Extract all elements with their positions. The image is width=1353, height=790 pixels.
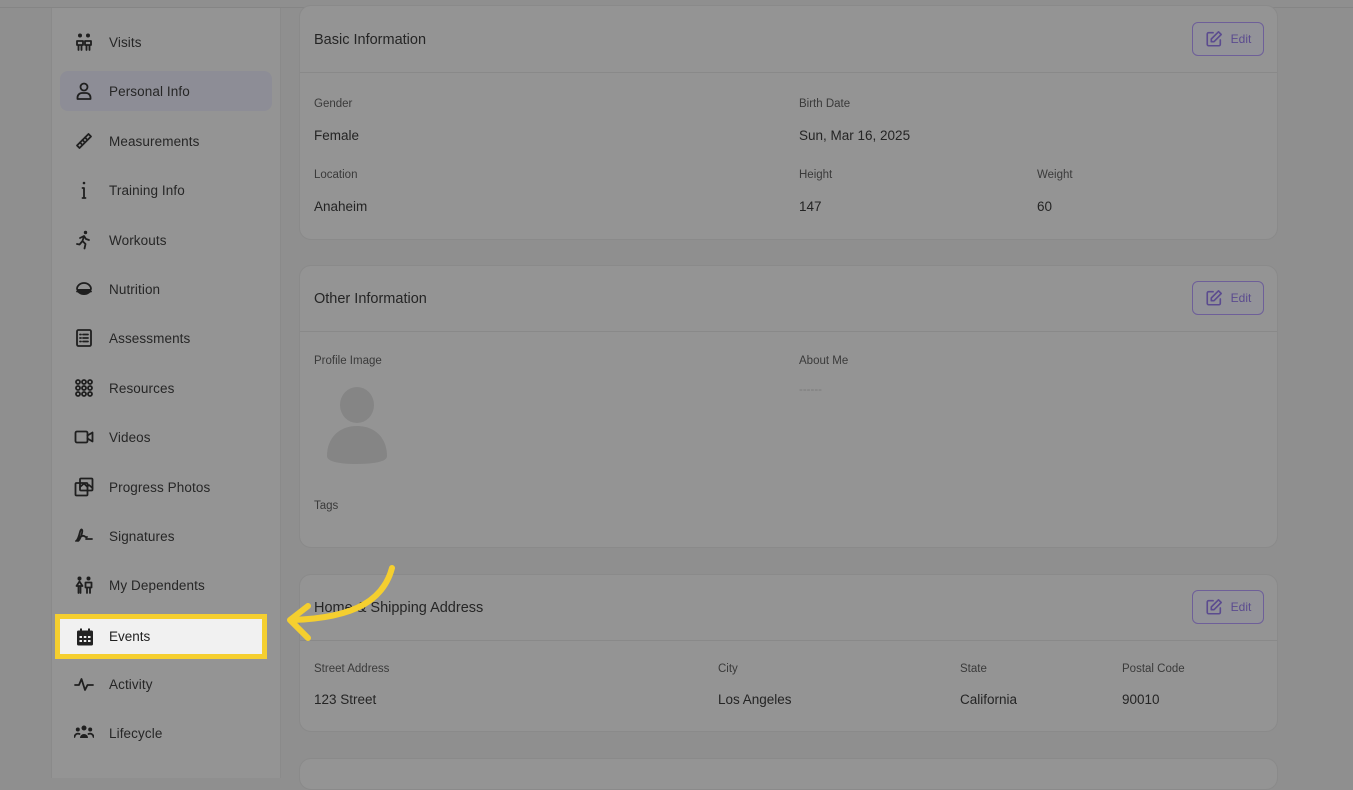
postal-code-label: Postal Code	[1122, 663, 1185, 675]
location-label: Location	[314, 169, 358, 181]
edit-label: Edit	[1230, 32, 1252, 46]
profile-placeholder-icon	[327, 387, 387, 464]
tags-label: Tags	[314, 500, 339, 512]
next-card	[299, 758, 1278, 790]
group-icon	[73, 722, 95, 744]
sidebar-item-label: Videos	[109, 429, 151, 445]
sidebar-item-visits[interactable]: Visits	[60, 22, 272, 62]
card-header: Basic Information Edit	[300, 6, 1277, 73]
edit-label: Edit	[1230, 291, 1252, 305]
card-title: Other Information	[314, 291, 427, 307]
city-label: City	[718, 663, 738, 675]
sidebar-item-label: Assessments	[109, 330, 191, 346]
edit-button[interactable]: Edit	[1192, 281, 1264, 315]
state-label: State	[960, 663, 987, 675]
sidebar: Visits Personal Info Measurements Traini…	[51, 8, 281, 778]
checklist-icon	[73, 327, 95, 349]
birth-date-label: Birth Date	[799, 98, 851, 110]
profile-image-label: Profile Image	[314, 355, 382, 367]
edit-icon	[1206, 30, 1222, 47]
grid-dots-icon	[73, 377, 95, 399]
sidebar-item-label: Signatures	[109, 528, 175, 544]
sidebar-item-events[interactable]: Events	[55, 614, 267, 659]
weight-value: 60	[1037, 199, 1053, 214]
basic-information-card: Basic Information Edit Gender Female Bir…	[299, 5, 1278, 240]
street-label: Street Address	[314, 663, 390, 675]
card-header: Home & Shipping Address Edit	[300, 575, 1277, 641]
sidebar-item-signatures[interactable]: Signatures	[60, 516, 272, 556]
dependents-icon	[73, 574, 95, 596]
sidebar-item-videos[interactable]: Videos	[60, 417, 272, 457]
edit-button[interactable]: Edit	[1192, 590, 1264, 624]
gender-value: Female	[314, 128, 360, 143]
sidebar-item-label: Workouts	[109, 232, 167, 248]
edit-button[interactable]: Edit	[1192, 22, 1264, 56]
pointer-arrow-icon	[287, 565, 395, 641]
address-card: Home & Shipping Address Edit Street Addr…	[299, 574, 1278, 732]
street-value: 123 Street	[314, 692, 377, 707]
about-me-label: About Me	[799, 355, 849, 367]
visits-icon	[73, 31, 95, 53]
sidebar-item-label: Training Info	[109, 182, 185, 198]
sidebar-item-label: Resources	[109, 380, 175, 396]
card-header: Other Information Edit	[300, 266, 1277, 332]
sidebar-item-label: My Dependents	[109, 577, 205, 593]
sidebar-item-resources[interactable]: Resources	[60, 368, 272, 408]
person-icon	[73, 80, 95, 102]
sidebar-item-assessments[interactable]: Assessments	[60, 318, 272, 358]
video-icon	[73, 426, 95, 448]
sidebar-item-lifecycle[interactable]: Lifecycle	[60, 713, 272, 753]
signature-icon	[73, 525, 95, 547]
sidebar-item-label: Lifecycle	[109, 725, 163, 741]
edit-icon	[1206, 289, 1222, 306]
height-value: 147	[799, 199, 822, 214]
sidebar-item-label: Personal Info	[109, 83, 190, 99]
birth-date-value: Sun, Mar 16, 2025	[799, 128, 911, 143]
photos-icon	[73, 476, 95, 498]
calendar-icon	[74, 626, 96, 648]
edit-icon	[1206, 598, 1222, 615]
sidebar-item-label: Measurements	[109, 133, 200, 149]
sidebar-item-training-info[interactable]: Training Info	[60, 170, 272, 210]
other-information-card: Other Information Edit Profile Image Abo…	[299, 265, 1278, 548]
sidebar-item-activity[interactable]: Activity	[60, 664, 272, 704]
sidebar-item-personal-info[interactable]: Personal Info	[60, 71, 272, 111]
state-value: California	[960, 692, 1018, 707]
sidebar-item-workouts[interactable]: Workouts	[60, 220, 272, 260]
sidebar-item-measurements[interactable]: Measurements	[60, 121, 272, 161]
about-me-value: ------	[799, 384, 822, 396]
sidebar-item-nutrition[interactable]: Nutrition	[60, 269, 272, 309]
sidebar-item-label: Progress Photos	[109, 479, 211, 495]
edit-label: Edit	[1230, 600, 1252, 614]
weight-label: Weight	[1037, 169, 1073, 181]
activity-icon	[73, 673, 95, 695]
location-value: Anaheim	[314, 199, 368, 214]
gender-label: Gender	[314, 98, 353, 110]
height-label: Height	[799, 169, 833, 181]
sidebar-item-label: Nutrition	[109, 281, 161, 297]
city-value: Los Angeles	[718, 692, 792, 707]
info-icon	[73, 179, 95, 201]
sidebar-item-label: Visits	[109, 34, 142, 50]
running-icon	[73, 229, 95, 251]
sidebar-item-label: Activity	[109, 676, 153, 692]
card-title: Basic Information	[314, 32, 427, 48]
sidebar-item-my-dependents[interactable]: My Dependents	[60, 565, 272, 605]
sidebar-item-progress-photos[interactable]: Progress Photos	[60, 467, 272, 507]
postal-code-value: 90010	[1122, 692, 1160, 707]
bowl-icon	[73, 278, 95, 300]
ruler-icon	[73, 130, 95, 152]
sidebar-item-label: Events	[109, 629, 151, 644]
